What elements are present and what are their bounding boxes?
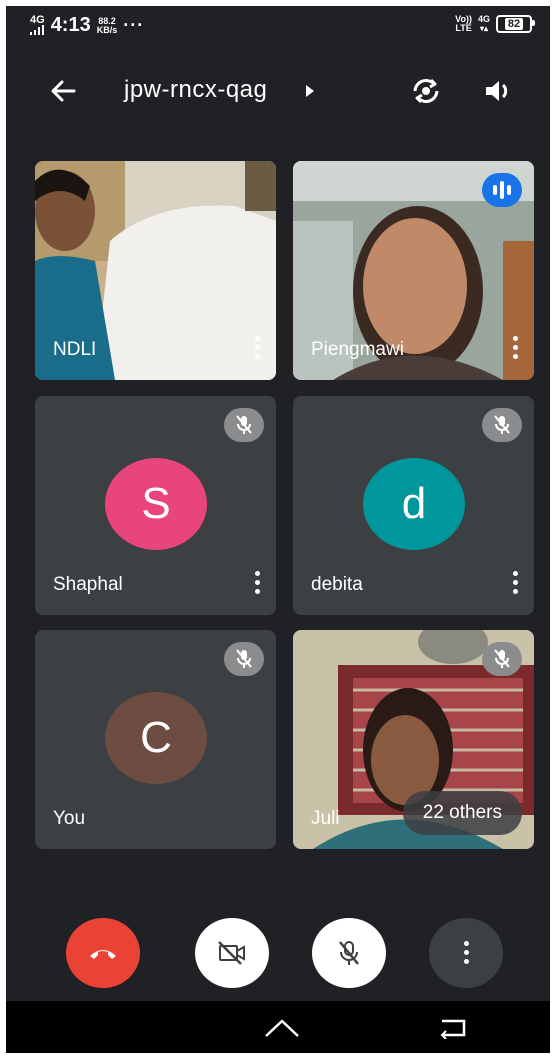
volte-bottom: LTE [455,23,472,33]
speaker-icon[interactable] [483,76,515,106]
mic-off-icon [224,408,264,442]
participant-tile-self[interactable]: C You [35,630,276,849]
more-options-button[interactable] [429,918,503,988]
arrow-back-icon[interactable] [48,76,78,106]
mic-off-icon [482,408,522,442]
switch-camera-icon[interactable] [409,74,443,108]
clock: 4:13 [50,14,91,36]
participant-name: Shaphal [53,574,123,595]
avatar: C [105,692,207,784]
meeting-code[interactable]: jpw-rncx-qag [124,76,267,104]
call-controls [6,916,550,992]
participant-name: Juli [311,808,340,829]
avatar-initial: C [140,713,172,762]
others-count-button[interactable]: 22 others [402,791,522,835]
caret-right-icon[interactable] [306,85,314,97]
avatar-initial: d [401,479,427,528]
mic-off-icon [482,642,522,676]
more-options-icon [463,941,469,965]
net-speed-unit: KB/s [96,24,118,35]
signal-icon: 4G [30,13,45,37]
data-type: 4G [477,14,490,24]
participant-menu-icon[interactable] [254,336,260,360]
participant-name: NDLI [53,339,97,360]
speaking-indicator-icon [482,173,522,207]
avatar-initial: S [141,479,171,528]
net-speed: 88.2 KB/s [96,16,118,35]
meeting-header: jpw-rncx-qag [6,66,550,116]
participant-tile-juli[interactable]: Juli 22 others [293,630,534,849]
mic-off-icon [339,941,359,965]
home-icon[interactable] [263,1017,301,1039]
participant-menu-icon[interactable] [254,571,260,595]
battery-icon: 82 [496,15,535,33]
system-nav-bar [6,1001,550,1053]
participant-tile-piengmawi[interactable]: Piengmawi [293,161,534,380]
battery-level: 82 [504,18,524,30]
participant-menu-icon[interactable] [512,571,518,595]
mobile-data-indicator: 4G ▾▴ [477,14,490,34]
back-nav-icon[interactable] [438,1017,468,1039]
phone-screen: 4G 4:13 88.2 KB/s ··· Vo)) LTE 4G ▾▴ 82 [6,6,550,1053]
participant-name: You [53,808,86,829]
avatar: d [363,458,465,550]
network-type: 4G [30,13,45,26]
participant-tile-debita[interactable]: d debita [293,396,534,615]
participant-tile-ndli[interactable]: NDLI [35,161,276,380]
status-bar: 4G 4:13 88.2 KB/s ··· Vo)) LTE 4G ▾▴ 82 [6,6,550,50]
camera-toggle-button[interactable] [195,918,269,988]
camera-off-icon [218,941,245,965]
participant-name: Piengmawi [311,339,404,360]
participant-name: debita [311,574,363,595]
mic-off-icon [224,642,264,676]
end-call-button[interactable] [66,918,140,988]
avatar: S [105,458,207,550]
participant-tile-shaphal[interactable]: S Shaphal [35,396,276,615]
participant-menu-icon[interactable] [512,336,518,360]
mic-toggle-button[interactable] [312,918,386,988]
volte-indicator: Vo)) LTE [455,15,472,33]
more-notifications-icon: ··· [123,15,145,35]
end-call-icon [90,950,116,959]
